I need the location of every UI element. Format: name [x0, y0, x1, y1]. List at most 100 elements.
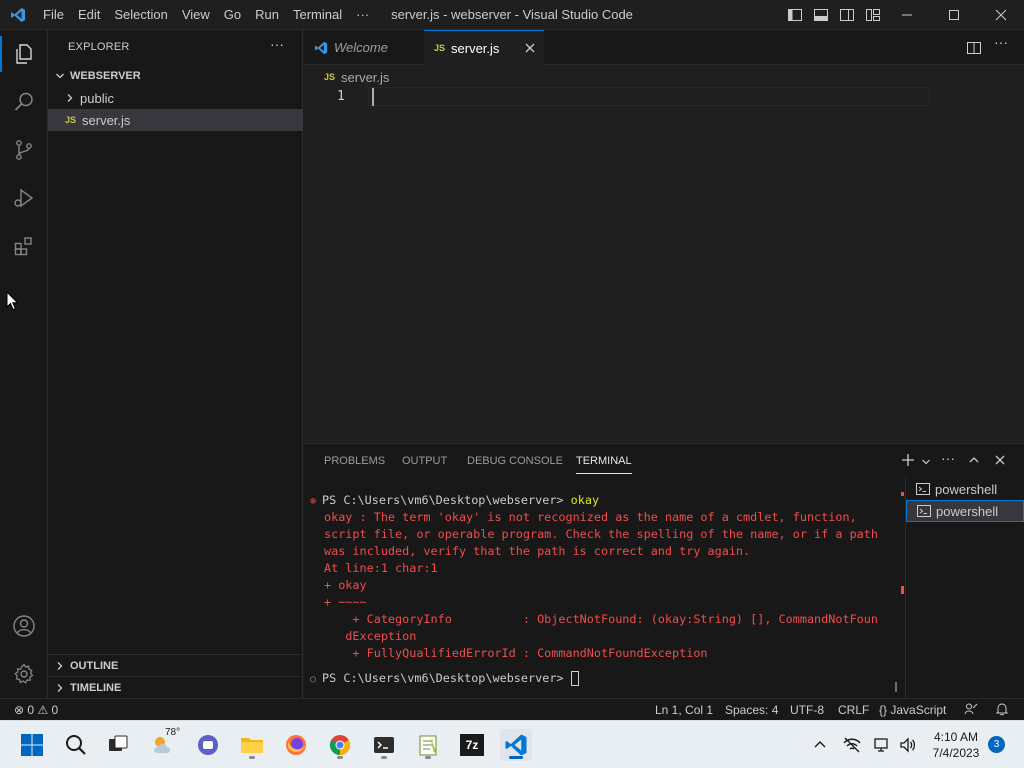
menu-run[interactable]: Run: [248, 0, 286, 30]
chevron-down-icon[interactable]: [921, 455, 931, 470]
menu-terminal[interactable]: Terminal: [286, 0, 349, 30]
taskbar-search-icon[interactable]: [60, 729, 92, 761]
vscode-logo-icon: [0, 0, 36, 30]
warning-icon: ⚠: [37, 703, 49, 717]
tab-debug-console[interactable]: DEBUG CONSOLE: [467, 455, 563, 467]
close-tab-icon[interactable]: [524, 42, 536, 57]
tab-output[interactable]: OUTPUT: [402, 455, 447, 467]
editor-more-button[interactable]: ···: [994, 34, 1008, 50]
file-explorer-icon[interactable]: [236, 729, 268, 761]
menu-selection[interactable]: Selection: [107, 0, 174, 30]
maximize-button[interactable]: [931, 0, 977, 30]
weather-widget-icon[interactable]: 78°: [148, 727, 181, 761]
tab-server-js[interactable]: JS server.js: [424, 30, 544, 65]
terminal-instance[interactable]: powershell: [906, 478, 1024, 500]
encoding[interactable]: UTF-8: [790, 702, 824, 718]
folder-webserver[interactable]: WEBSERVER: [48, 65, 303, 87]
js-file-icon: JS: [65, 115, 77, 125]
tree-item-server-js[interactable]: JS server.js: [48, 109, 303, 131]
firefox-icon[interactable]: [280, 729, 312, 761]
teams-chat-icon[interactable]: [192, 729, 224, 761]
chevron-right-icon: [52, 683, 68, 693]
run-debug-icon[interactable]: [0, 174, 48, 222]
chevron-up-icon[interactable]: [804, 729, 836, 761]
chrome-icon[interactable]: [324, 729, 356, 761]
toggle-secondary-sidebar-icon[interactable]: [839, 7, 855, 23]
minimize-button[interactable]: [884, 0, 930, 30]
timeline-section[interactable]: TIMELINE: [48, 676, 303, 698]
notepad-plus-plus-icon[interactable]: [412, 729, 444, 761]
title-bar: File Edit Selection View Go Run Terminal…: [0, 0, 1024, 30]
customize-layout-icon[interactable]: [865, 7, 881, 23]
breadcrumb-item[interactable]: server.js: [341, 70, 389, 85]
tree-item-public[interactable]: public: [48, 87, 303, 109]
explorer-icon[interactable]: [0, 30, 48, 78]
feedback-icon[interactable]: [964, 702, 978, 720]
cursor-position[interactable]: Ln 1, Col 1: [655, 702, 713, 718]
menu-edit[interactable]: Edit: [71, 0, 107, 30]
tab-label: Welcome: [334, 40, 388, 55]
terminal-line: + CategoryInfo : ObjectNotFound: (okay:S…: [324, 612, 878, 626]
terminal-line: + okay: [324, 578, 367, 592]
bottom-panel: PROBLEMS OUTPUT DEBUG CONSOLE TERMINAL ·…: [304, 443, 1024, 699]
chevron-right-icon: [62, 93, 78, 103]
running-indicator: [425, 756, 431, 759]
tab-welcome[interactable]: Welcome: [304, 30, 424, 65]
notification-badge[interactable]: 3: [988, 736, 1005, 753]
vscode-taskbar-icon[interactable]: [500, 729, 532, 761]
toggle-primary-sidebar-icon[interactable]: [787, 7, 803, 23]
terminal-list: powershell powershell: [905, 478, 1024, 699]
code-editor[interactable]: 1: [304, 87, 1024, 442]
current-line-highlight: [368, 87, 930, 106]
tab-problems[interactable]: PROBLEMS: [324, 455, 385, 467]
accounts-icon[interactable]: [0, 602, 48, 650]
menu-view[interactable]: View: [175, 0, 217, 30]
network-icon[interactable]: [836, 729, 868, 761]
menu-go[interactable]: Go: [217, 0, 248, 30]
settings-gear-icon[interactable]: [0, 650, 48, 698]
source-control-icon[interactable]: [0, 126, 48, 174]
terminal-app-icon[interactable]: [368, 729, 400, 761]
menu-file[interactable]: File: [36, 0, 71, 30]
maximize-panel-icon[interactable]: [968, 454, 980, 469]
task-view-icon[interactable]: [102, 729, 134, 761]
js-file-icon: JS: [434, 43, 446, 53]
system-clock[interactable]: 4:10 AM 7/4/2023: [920, 729, 992, 761]
outline-label: OUTLINE: [70, 659, 119, 672]
split-editor-icon[interactable]: [966, 40, 982, 59]
tab-terminal[interactable]: TERMINAL: [576, 455, 632, 474]
menu-more[interactable]: ···: [349, 0, 376, 30]
weather-temp: 78°: [165, 727, 181, 738]
activity-bar: [0, 30, 48, 698]
indentation[interactable]: Spaces: 4: [725, 702, 778, 718]
close-window-button[interactable]: [978, 0, 1024, 30]
search-icon[interactable]: [0, 78, 48, 126]
terminal-line: okay : The term 'okay' is not recognized…: [324, 510, 857, 524]
running-indicator: [249, 756, 255, 759]
problems-status[interactable]: ⊗ 0 ⚠ 0: [14, 702, 58, 718]
toggle-panel-icon[interactable]: [813, 7, 829, 23]
breadcrumb: JS server.js: [304, 66, 1024, 88]
new-terminal-icon[interactable]: [901, 453, 915, 470]
explorer-more-button[interactable]: ···: [270, 36, 284, 52]
notifications-bell-icon[interactable]: [995, 702, 1009, 720]
terminal-scrollbar[interactable]: [895, 682, 897, 692]
windows-start-icon[interactable]: [16, 729, 48, 761]
seven-zip-icon[interactable]: 7z: [456, 729, 488, 761]
terminal-output[interactable]: ⊗ PS C:\Users\vm6\Desktop\webserver> oka…: [310, 492, 900, 687]
folder-label: WEBSERVER: [70, 70, 141, 82]
running-indicator: [381, 756, 387, 759]
close-panel-icon[interactable]: [994, 454, 1006, 469]
terminal-line: dException: [324, 629, 417, 643]
running-indicator: [337, 756, 343, 759]
chevron-down-icon: [52, 71, 68, 81]
extensions-icon[interactable]: [0, 222, 48, 270]
outline-section[interactable]: OUTLINE: [48, 654, 303, 676]
panel-more-button[interactable]: ···: [941, 450, 955, 466]
terminal-instance[interactable]: powershell: [906, 500, 1024, 522]
line-ending[interactable]: CRLF: [838, 702, 869, 718]
language-mode[interactable]: {} JavaScript: [879, 702, 946, 718]
windows-taskbar: 78° 7z 4:10 AM 7/4/2023 3: [0, 720, 1024, 768]
terminal-icon: [916, 482, 930, 496]
terminal-line: ○ PS C:\Users\vm6\Desktop\webserver>: [310, 670, 900, 687]
